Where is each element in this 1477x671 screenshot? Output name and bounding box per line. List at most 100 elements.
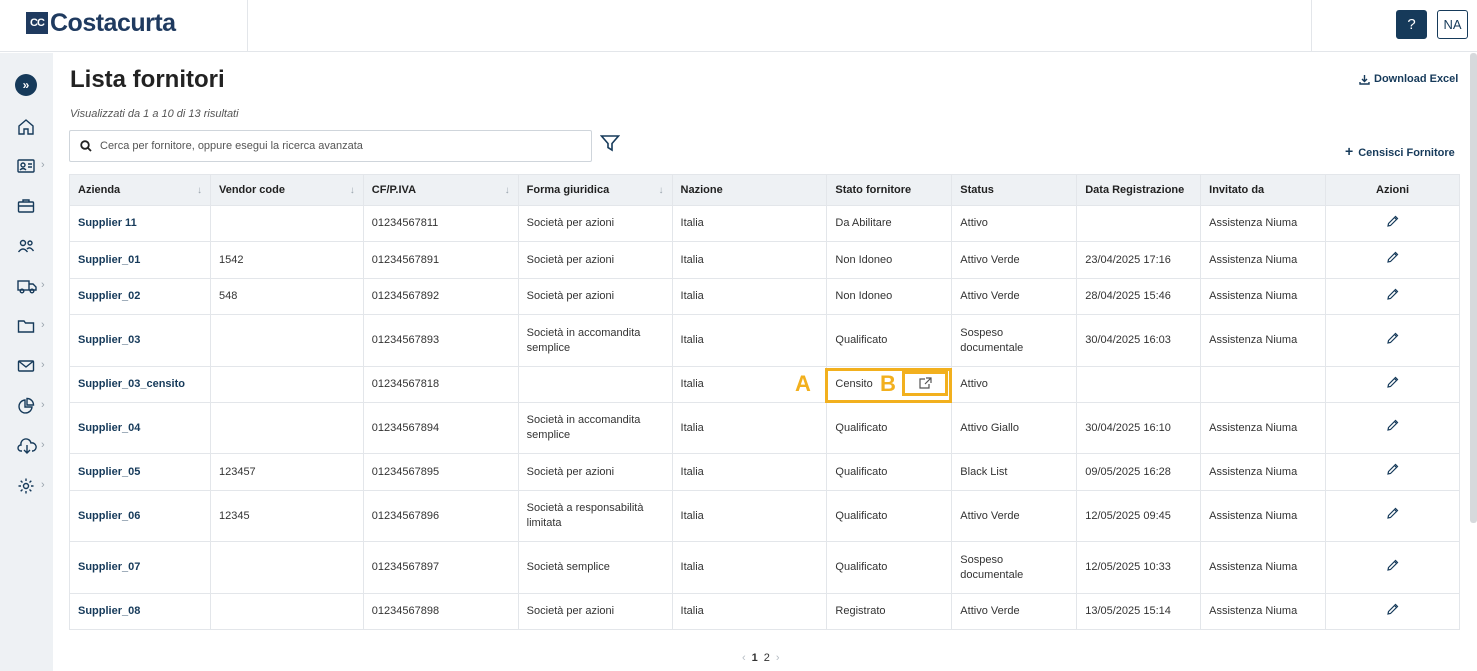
user-avatar-button[interactable]: NA [1437, 10, 1468, 39]
cell-cf-piva: 01234567894 [362, 402, 519, 454]
edit-pencil-icon[interactable] [1386, 251, 1399, 269]
sidebar-expand-button[interactable]: » [15, 74, 37, 96]
cell-data-registrazione: 30/04/2025 16:03 [1076, 314, 1202, 367]
page-1-button[interactable]: 1 [752, 652, 758, 664]
sidebar-item-logistics[interactable]: › [0, 274, 53, 298]
cell-azienda[interactable]: Supplier_03_censito [69, 366, 211, 403]
col-header-invitato-da: Invitato da [1200, 174, 1327, 206]
sidebar-item-downloads[interactable]: › [0, 434, 53, 458]
col-header-nazione: Nazione [671, 174, 828, 206]
cell-forma-giuridica: Società per azioni [517, 205, 673, 242]
table-row[interactable]: Supplier_02 548 01234567892 Società per azi… [69, 278, 1460, 315]
col-header-azienda[interactable]: Azienda ↓ [69, 174, 211, 206]
table-row[interactable]: Supplier_07 01234567897 Società semplice It… [69, 541, 1460, 594]
cell-forma-giuridica: Società per azioni [517, 453, 673, 491]
cell-data-registrazione: 09/05/2025 16:28 [1076, 453, 1202, 491]
edit-pencil-icon[interactable] [1386, 376, 1399, 394]
sort-arrow-icon[interactable]: ↓ [659, 185, 664, 196]
sort-arrow-icon[interactable]: ↓ [505, 185, 510, 196]
sort-arrow-icon[interactable]: ↓ [350, 185, 355, 196]
edit-pencil-icon[interactable] [1386, 603, 1399, 621]
sidebar: » › › › › › › › [0, 53, 53, 671]
help-button[interactable]: ? [1396, 10, 1427, 39]
chevron-right-icon: › [41, 319, 45, 331]
sidebar-item-settings[interactable]: › [0, 474, 53, 498]
prev-page-button[interactable]: ‹ [742, 652, 746, 664]
table-row[interactable]: Supplier_04 01234567894 Società in accoman… [69, 402, 1460, 454]
cell-azioni [1325, 366, 1460, 403]
chevron-right-icon: › [41, 159, 45, 171]
search-input[interactable] [100, 140, 580, 152]
page-2-button[interactable]: 2 [764, 652, 770, 664]
plus-icon: + [1345, 143, 1354, 159]
cell-nazione: Italia [671, 314, 828, 367]
page-scrollbar[interactable] [1470, 53, 1477, 523]
table-row[interactable]: Supplier_01 1542 01234567891 Società per az… [69, 241, 1460, 279]
table-row[interactable]: Supplier 11 01234567811 Società per azioni… [69, 205, 1460, 242]
cell-vendor-code: 548 [209, 278, 364, 315]
table-row[interactable]: Supplier_06 12345 01234567896 Società a res… [69, 490, 1460, 542]
col-header-status: Status [951, 174, 1078, 206]
cell-cf-piva: 01234567891 [362, 241, 519, 279]
sidebar-item-reports[interactable]: › [0, 394, 53, 418]
cell-forma-giuridica: Società in accomandita semplice [517, 402, 673, 454]
col-header-azioni: Azioni [1325, 174, 1460, 206]
open-census-link-button[interactable] [902, 371, 948, 396]
sidebar-item-anagrafica[interactable]: › [0, 154, 53, 178]
cell-azienda[interactable]: Supplier_04 [69, 402, 211, 454]
col-header-stato-fornitore: Stato fornitore [826, 174, 953, 206]
table-row[interactable]: Supplier_08 01234567898 Società per azioni… [69, 593, 1460, 630]
edit-pencil-icon[interactable] [1386, 463, 1399, 481]
censisci-fornitore-button[interactable]: + Censisci Fornitore [1345, 143, 1455, 159]
cell-nazione: Italia [671, 402, 828, 454]
col-header-data-registrazione: Data Registrazione [1076, 174, 1202, 206]
sidebar-item-messages[interactable]: › [0, 354, 53, 378]
edit-pencil-icon[interactable] [1386, 215, 1399, 233]
cell-forma-giuridica: Società per azioni [517, 593, 673, 630]
cell-nazione: Italia [671, 453, 828, 491]
cell-azienda[interactable]: Supplier_07 [69, 541, 211, 594]
search-icon [80, 140, 92, 152]
col-header-cf-piva[interactable]: CF/P.IVA ↓ [362, 174, 519, 206]
cell-azienda[interactable]: Supplier 11 [69, 205, 211, 242]
logo[interactable]: CC Costacurta [26, 8, 176, 38]
cell-azienda[interactable]: Supplier_06 [69, 490, 211, 542]
edit-pencil-icon[interactable] [1386, 419, 1399, 437]
cell-status: Sospeso documentale [951, 541, 1078, 594]
sidebar-item-users[interactable] [0, 234, 53, 258]
cell-azioni [1325, 453, 1460, 491]
col-header-forma-giuridica[interactable]: Forma giuridica ↓ [517, 174, 673, 206]
cell-azienda[interactable]: Supplier_01 [69, 241, 211, 279]
edit-pencil-icon[interactable] [1386, 332, 1399, 350]
cell-azioni [1325, 314, 1460, 367]
table-row[interactable]: Supplier_03 01234567893 Società in accoman… [69, 314, 1460, 367]
filter-button[interactable] [599, 134, 621, 157]
table-row[interactable]: Supplier_05 123457 01234567895 Società per … [69, 453, 1460, 491]
table-row[interactable]: Supplier_03_censito 01234567818 Italia Cens… [69, 366, 1460, 403]
logo-mark: CC [26, 12, 48, 34]
cell-forma-giuridica: Società per azioni [517, 278, 673, 315]
cell-stato-fornitore: Qualificato [826, 541, 953, 594]
edit-pencil-icon[interactable] [1386, 507, 1399, 525]
next-page-button[interactable]: › [776, 652, 780, 664]
col-header-vendor-code[interactable]: Vendor code ↓ [209, 174, 364, 206]
cell-cf-piva: 01234567892 [362, 278, 519, 315]
gear-icon [18, 478, 34, 494]
cell-cf-piva: 01234567896 [362, 490, 519, 542]
sidebar-item-documents[interactable]: › [0, 314, 53, 338]
edit-pencil-icon[interactable] [1386, 288, 1399, 306]
download-excel-button[interactable]: Download Excel [1359, 73, 1458, 85]
cell-nazione: Italia [671, 241, 828, 279]
top-bar: CC Costacurta ? NA [0, 0, 1477, 52]
cell-azienda[interactable]: Supplier_02 [69, 278, 211, 315]
cell-azienda[interactable]: Supplier_08 [69, 593, 211, 630]
edit-pencil-icon[interactable] [1386, 559, 1399, 577]
sort-arrow-icon[interactable]: ↓ [197, 185, 202, 196]
cell-stato-fornitore: Qualificato [826, 490, 953, 542]
search-box[interactable] [69, 130, 592, 162]
sidebar-item-briefcase[interactable] [0, 194, 53, 218]
sidebar-item-home[interactable] [0, 115, 53, 139]
cell-nazione: Italia [671, 278, 828, 315]
cell-azienda[interactable]: Supplier_03 [69, 314, 211, 367]
cell-azienda[interactable]: Supplier_05 [69, 453, 211, 491]
